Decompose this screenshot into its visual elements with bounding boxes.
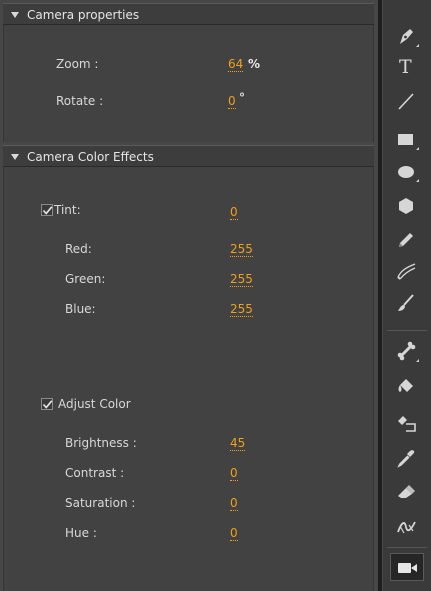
text-tool-icon: T [399, 56, 412, 78]
eraser-tool[interactable] [391, 479, 421, 505]
brush-tool[interactable] [391, 290, 421, 316]
flyout-indicator-icon [416, 44, 419, 47]
brush-tool-icon [398, 294, 414, 311]
width-tool-icon [397, 521, 416, 534]
brightness-label: Brightness : [65, 436, 137, 450]
camera-color-effects-body: Tint: 0 Red: 255 Green: 255 Blue: 255 Ad… [3, 167, 374, 591]
paint-brush-tool-icon [397, 263, 416, 280]
pen-tool[interactable] [391, 23, 421, 49]
toolbar-separator [387, 547, 427, 548]
red-value[interactable]: 255 [230, 243, 253, 257]
text-tool[interactable]: T [391, 55, 421, 81]
oval-tool[interactable] [391, 158, 421, 184]
contrast-label: Contrast : [65, 466, 125, 480]
ink-bottle-tool-icon [398, 416, 416, 432]
bone-tool-icon [397, 341, 416, 361]
red-label: Red: [65, 242, 92, 256]
polystar-tool-icon [399, 198, 413, 214]
tint-value[interactable]: 0 [230, 206, 238, 220]
tint-label: Tint: [54, 203, 81, 217]
oval-tool-icon [398, 166, 414, 178]
blue-label: Blue: [65, 302, 96, 316]
hue-value[interactable]: 0 [230, 527, 238, 541]
pencil-tool-icon [399, 233, 413, 247]
camera-color-effects-title: Camera Color Effects [27, 150, 154, 164]
line-tool-icon [398, 93, 414, 110]
paint-bucket-tool[interactable] [391, 373, 421, 399]
paint-bucket-tool-icon [398, 379, 413, 392]
animate-ui-root: Camera properties Zoom : 64 % Rotate : 0… [0, 0, 431, 591]
ink-bottle-tool[interactable] [391, 410, 421, 436]
camera-properties-body: Zoom : 64 % Rotate : 0 ° [3, 25, 374, 142]
eyedropper-tool-icon [397, 450, 415, 468]
line-tool[interactable] [391, 88, 421, 114]
pencil-tool[interactable] [391, 227, 421, 253]
flyout-indicator-icon [416, 359, 419, 362]
brightness-value[interactable]: 45 [230, 437, 246, 451]
collapse-triangle-icon[interactable] [11, 154, 19, 160]
properties-panel: Camera properties Zoom : 64 % Rotate : 0… [0, 0, 378, 591]
polystar-tool[interactable] [391, 193, 421, 219]
saturation-label: Saturation : [65, 496, 136, 510]
checkmark-icon [42, 400, 53, 409]
camera-tool-icon [398, 563, 417, 573]
flyout-indicator-icon [416, 147, 419, 150]
checkmark-icon [42, 206, 53, 215]
width-tool[interactable] [391, 514, 421, 540]
tint-checkbox[interactable] [41, 204, 53, 216]
contrast-value[interactable]: 0 [230, 467, 238, 481]
zoom-value[interactable]: 64 [228, 58, 244, 72]
saturation-value[interactable]: 0 [230, 497, 238, 511]
camera-color-effects-header[interactable]: Camera Color Effects [3, 145, 374, 167]
adjust-color-checkbox[interactable] [41, 398, 53, 410]
rectangle-tool-icon [398, 134, 413, 145]
camera-properties-title: Camera properties [27, 8, 140, 22]
toolbar-separator [387, 330, 427, 331]
eraser-tool-icon [398, 485, 415, 498]
green-value[interactable]: 255 [230, 273, 253, 287]
rotate-unit: ° [239, 91, 245, 105]
blue-value[interactable]: 255 [230, 303, 253, 317]
camera-properties-header[interactable]: Camera properties [3, 3, 374, 25]
adjust-color-label: Adjust Color [58, 397, 131, 411]
rotate-value[interactable]: 0 [228, 95, 236, 109]
camera-tool[interactable] [390, 553, 424, 581]
zoom-unit: % [248, 57, 261, 71]
collapse-triangle-icon[interactable] [11, 12, 19, 18]
flyout-indicator-icon [416, 179, 419, 182]
bone-tool[interactable] [391, 338, 421, 364]
pen-tool-icon [400, 29, 413, 44]
green-label: Green: [65, 272, 106, 286]
eyedropper-tool[interactable] [391, 445, 421, 471]
rotate-label: Rotate : [56, 94, 104, 108]
hue-label: Hue : [65, 526, 97, 540]
tools-panel: T [382, 0, 431, 591]
zoom-label: Zoom : [56, 57, 99, 71]
paint-brush-tool[interactable] [391, 258, 421, 284]
rectangle-tool[interactable] [391, 126, 421, 152]
